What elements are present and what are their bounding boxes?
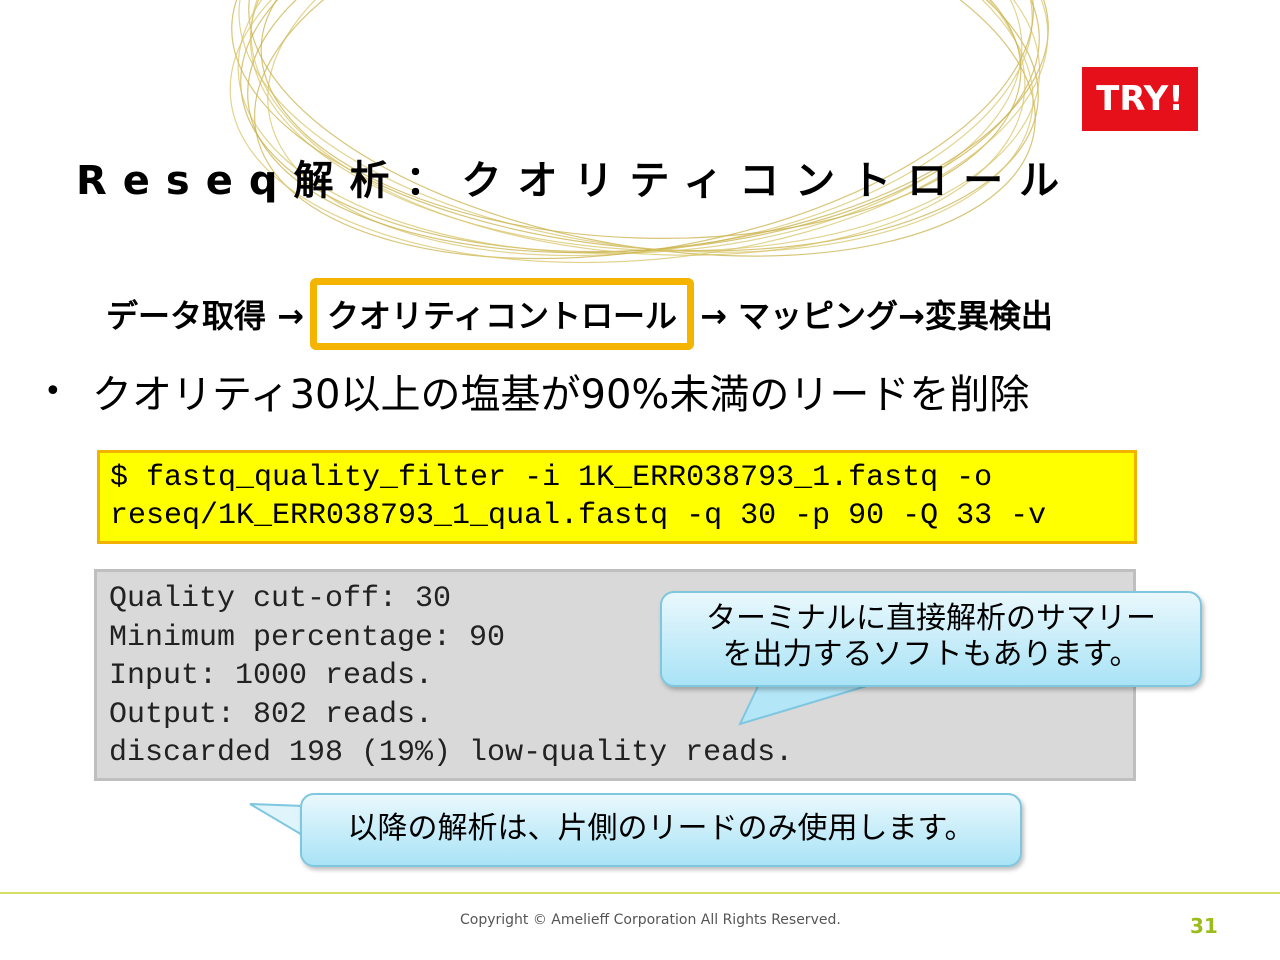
callout-note-text: 以降の解析は、片側のリードのみ使用します。 — [347, 811, 975, 846]
callout-summary-line: ターミナルに直接解析のサマリー — [706, 601, 1156, 636]
ring-line — [240, 0, 1040, 253]
callout-note: 以降の解析は、片側のリードのみ使用します。 — [300, 793, 1022, 867]
footer-divider — [0, 892, 1280, 894]
bullet-marker: • — [44, 373, 62, 409]
command-box: $ fastq_quality_filter -i 1K_ERR038793_1… — [97, 450, 1137, 544]
slide-title: Reseq解析：クオリティコントロール — [76, 158, 1076, 204]
callout-note-tail — [249, 803, 308, 838]
bullet-item: • クオリティ30以上の塩基が90%未満のリードを削除 — [44, 362, 1029, 420]
copyright-text: Copyright © Amelieff Corporation All Rig… — [460, 912, 841, 928]
callout-summary: ターミナルに直接解析のサマリー を出力するソフトもあります。 — [660, 591, 1202, 687]
flow-after: → マッピング→変異検出 — [700, 297, 1053, 335]
ring-line — [250, 0, 1026, 256]
flow-current-step: クオリティコントロール — [309, 278, 695, 350]
output-line: Output: 802 reads. — [109, 697, 434, 732]
command-line: $ fastq_quality_filter -i 1K_ERR038793_1… — [110, 461, 993, 495]
flow-before: データ取得 → — [106, 297, 304, 335]
command-line: reseq/1K_ERR038793_1_qual.fastq -q 30 -p… — [110, 499, 1047, 533]
page-number: 31 — [1190, 914, 1218, 938]
bullet-text: クオリティ30以上の塩基が90%未満のリードを削除 — [92, 372, 1030, 418]
try-badge: TRY! — [1082, 67, 1198, 131]
output-line: discarded 198 (19%) low-quality reads. — [109, 736, 794, 770]
ring-line — [231, 0, 1039, 252]
callout-summary-line: を出力するソフトもあります。 — [722, 637, 1140, 672]
workflow-steps: データ取得 → クオリティコントロール → マッピング→変異検出 — [106, 278, 1053, 350]
ring-line — [260, 0, 1022, 239]
ring-line — [247, 0, 1049, 254]
